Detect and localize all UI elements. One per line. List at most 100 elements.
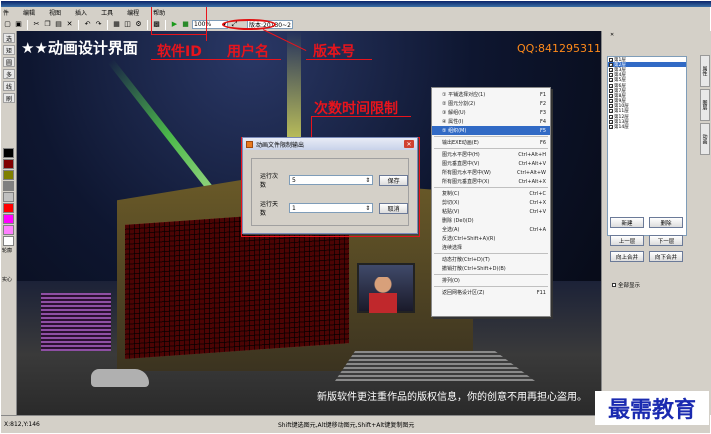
spinner-icon[interactable]: ⇕ [365, 177, 370, 184]
color-swatch[interactable] [3, 214, 14, 224]
tool-rect[interactable]: 矩 [3, 45, 15, 55]
color-swatch[interactable] [3, 181, 14, 191]
context-menu-item[interactable]: ③ 解组(U) F3 [432, 108, 550, 117]
play-icon[interactable]: ▶ [170, 20, 179, 29]
context-menu-item[interactable]: 复制(C) Ctrl+C [432, 189, 550, 198]
layer-visible-checkbox[interactable]: ✓ [609, 99, 613, 104]
context-menu-item[interactable]: 粘贴(V) Ctrl+V [432, 207, 550, 216]
layer-visible-checkbox[interactable]: ✓ [609, 88, 613, 93]
copy-icon[interactable]: ❐ [43, 20, 52, 29]
color-swatch[interactable] [3, 236, 14, 246]
layer-visible-checkbox[interactable]: ✓ [609, 114, 613, 119]
cancel-button[interactable]: 取消 [379, 202, 408, 214]
menu-file[interactable]: 件 [3, 8, 9, 17]
layer-icon[interactable]: ◫ [123, 20, 132, 29]
context-menu-item[interactable]: 删除 (Del)(D) [432, 216, 550, 225]
close-icon[interactable]: ✕ [404, 140, 414, 148]
delete-layer-button[interactable]: 删除 [649, 217, 683, 228]
context-menu-item[interactable]: 全选(A) Ctrl+A [432, 225, 550, 234]
menu-view[interactable]: 视图 [49, 8, 61, 17]
context-menu-item[interactable]: 所有图元垂直居中(X) Ctrl+Alt+X [432, 177, 550, 186]
tab-properties[interactable]: 属性 [700, 55, 710, 87]
undo-icon[interactable]: ↶ [83, 20, 92, 29]
close-icon[interactable]: ✕ [610, 32, 615, 38]
context-menu-item[interactable]: 图元水平居中(H) Ctrl+Alt+H [432, 150, 550, 159]
layer-visible-checkbox[interactable]: ✓ [609, 125, 613, 130]
new-layer-button[interactable]: 新建 [610, 217, 644, 228]
show-all-checkbox[interactable] [612, 283, 616, 287]
tab-layers[interactable]: 图层 [700, 89, 710, 121]
menu-help[interactable]: 帮助 [153, 8, 165, 17]
context-menu-item[interactable]: 剪切(X) Ctrl+X [432, 198, 550, 207]
days-input[interactable]: 1 ⇕ [288, 203, 374, 213]
color-swatch[interactable] [3, 159, 14, 169]
color-swatch[interactable] [3, 203, 14, 213]
context-menu-item[interactable]: 图元垂直居中(V) Ctrl+Alt+V [432, 159, 550, 168]
merge-down-button[interactable]: 向下合并 [649, 251, 683, 262]
context-menu-item[interactable]: 排列(O) [432, 276, 550, 285]
menu-item-label: 删除 (Del)(D) [442, 218, 474, 224]
color-swatch[interactable] [3, 170, 14, 180]
layer-visible-checkbox[interactable]: ✓ [609, 62, 613, 67]
merge-up-button[interactable]: 向上合并 [610, 251, 644, 262]
context-menu-item[interactable]: ① 平铺选择对应(1) F1 [432, 90, 550, 99]
context-menu-item[interactable]: 反选(Ctrl+Shift+A)(R) [432, 234, 550, 243]
layer-visible-checkbox[interactable]: ✓ [609, 67, 613, 72]
tool-select[interactable]: 选 [3, 33, 15, 43]
menu-edit[interactable]: 编辑 [23, 8, 35, 17]
context-menu: ① 平铺选择对应(1) F1 ② 图元分割(2) F2 ③ 解组(U) F3 ④ 属性(I)… [431, 87, 551, 317]
tool-brush[interactable]: 刷 [3, 93, 15, 103]
layer-visible-checkbox[interactable]: ✓ [609, 119, 613, 124]
context-menu-item[interactable]: 动态打散(Ctrl+D)(T) [432, 255, 550, 264]
context-menu-item[interactable]: ④ 属性(I) F4 [432, 117, 550, 126]
menu-insert[interactable]: 插入 [75, 8, 87, 17]
context-menu-item[interactable]: ⑤ 组织(M) F5 [432, 126, 550, 135]
paste-icon[interactable]: ▤ [54, 20, 63, 29]
grid2-icon[interactable]: ▩ [152, 20, 161, 29]
save-button[interactable]: 保存 [379, 174, 408, 186]
zoom-value: 100% [194, 21, 212, 28]
runs-input[interactable]: 5 ⇕ [288, 175, 374, 185]
color-swatch[interactable] [3, 225, 14, 235]
save-icon[interactable]: ▣ [14, 20, 23, 29]
settings-icon[interactable]: ⚙ [134, 20, 143, 29]
context-menu-item[interactable]: 所有图元水平居中(W) Ctrl+Alt+W [432, 168, 550, 177]
cut-icon[interactable]: ✂ [32, 20, 41, 29]
context-menu-item[interactable]: 输出EXE动画(E) F6 [432, 138, 550, 147]
menu-tools[interactable]: 工具 [101, 8, 113, 17]
tool-ellipse[interactable]: 圆 [3, 57, 15, 67]
layer-item[interactable]: ✓ 第14层 [608, 124, 686, 130]
tool-line[interactable]: 线 [3, 81, 15, 91]
layer-list[interactable]: ✓ 第1层 ✓ 第2层 ✓ 第3层 ✓ 第4层 ✓ 第5层 ✓ 第6层 ✓ 第7层 ✓ 第8层 ✓ 第9层 ✓ 第10… [607, 56, 687, 236]
color-swatch[interactable] [3, 148, 14, 158]
context-menu-item[interactable]: ② 图元分割(2) F2 [432, 99, 550, 108]
layer-visible-checkbox[interactable]: ✓ [609, 93, 613, 98]
context-menu-item[interactable]: 撤销打散(Ctrl+Shift+D)(B) [432, 264, 550, 273]
context-menu-item[interactable]: 返回网格设计区(Z) F11 [432, 288, 550, 297]
layer-visible-checkbox[interactable]: ✓ [609, 57, 613, 62]
menu-separator [434, 187, 548, 188]
layer-visible-checkbox[interactable]: ✓ [609, 109, 613, 114]
canvas-title: ★★动画设计界面 [21, 39, 138, 57]
spinner-icon[interactable]: ⇕ [365, 205, 370, 212]
new-icon[interactable]: ▢ [3, 20, 12, 29]
menu-item-label: 排列(O) [442, 278, 460, 284]
grid-icon[interactable]: ▦ [112, 20, 121, 29]
record-icon[interactable]: ■ [181, 20, 190, 29]
layer-down-button[interactable]: 下一层 [649, 235, 683, 246]
color-swatch[interactable] [3, 192, 14, 202]
menu-separator [434, 286, 548, 287]
context-menu-item[interactable]: 连续选择 [432, 243, 550, 252]
layer-visible-checkbox[interactable]: ✓ [609, 104, 613, 109]
layer-visible-checkbox[interactable]: ✓ [609, 73, 613, 78]
delete-icon[interactable]: ✕ [65, 20, 74, 29]
toolbar: ▢ ▣ ✂ ❐ ▤ ✕ ↶ ↷ ▦ ◫ ⚙ ▩ ▶ ■ 100% ▾ ⤢ 版本:… [1, 18, 711, 31]
redo-icon[interactable]: ↷ [94, 20, 103, 29]
layer-visible-checkbox[interactable]: ✓ [609, 78, 613, 83]
menu-program[interactable]: 编程 [127, 8, 139, 17]
layer-up-button[interactable]: 上一层 [610, 235, 644, 246]
show-all-option[interactable]: 全部显示 [612, 281, 640, 289]
layer-visible-checkbox[interactable]: ✓ [609, 83, 613, 88]
tool-polygon[interactable]: 多 [3, 69, 15, 79]
tab-animation[interactable]: 动画 [700, 123, 710, 155]
